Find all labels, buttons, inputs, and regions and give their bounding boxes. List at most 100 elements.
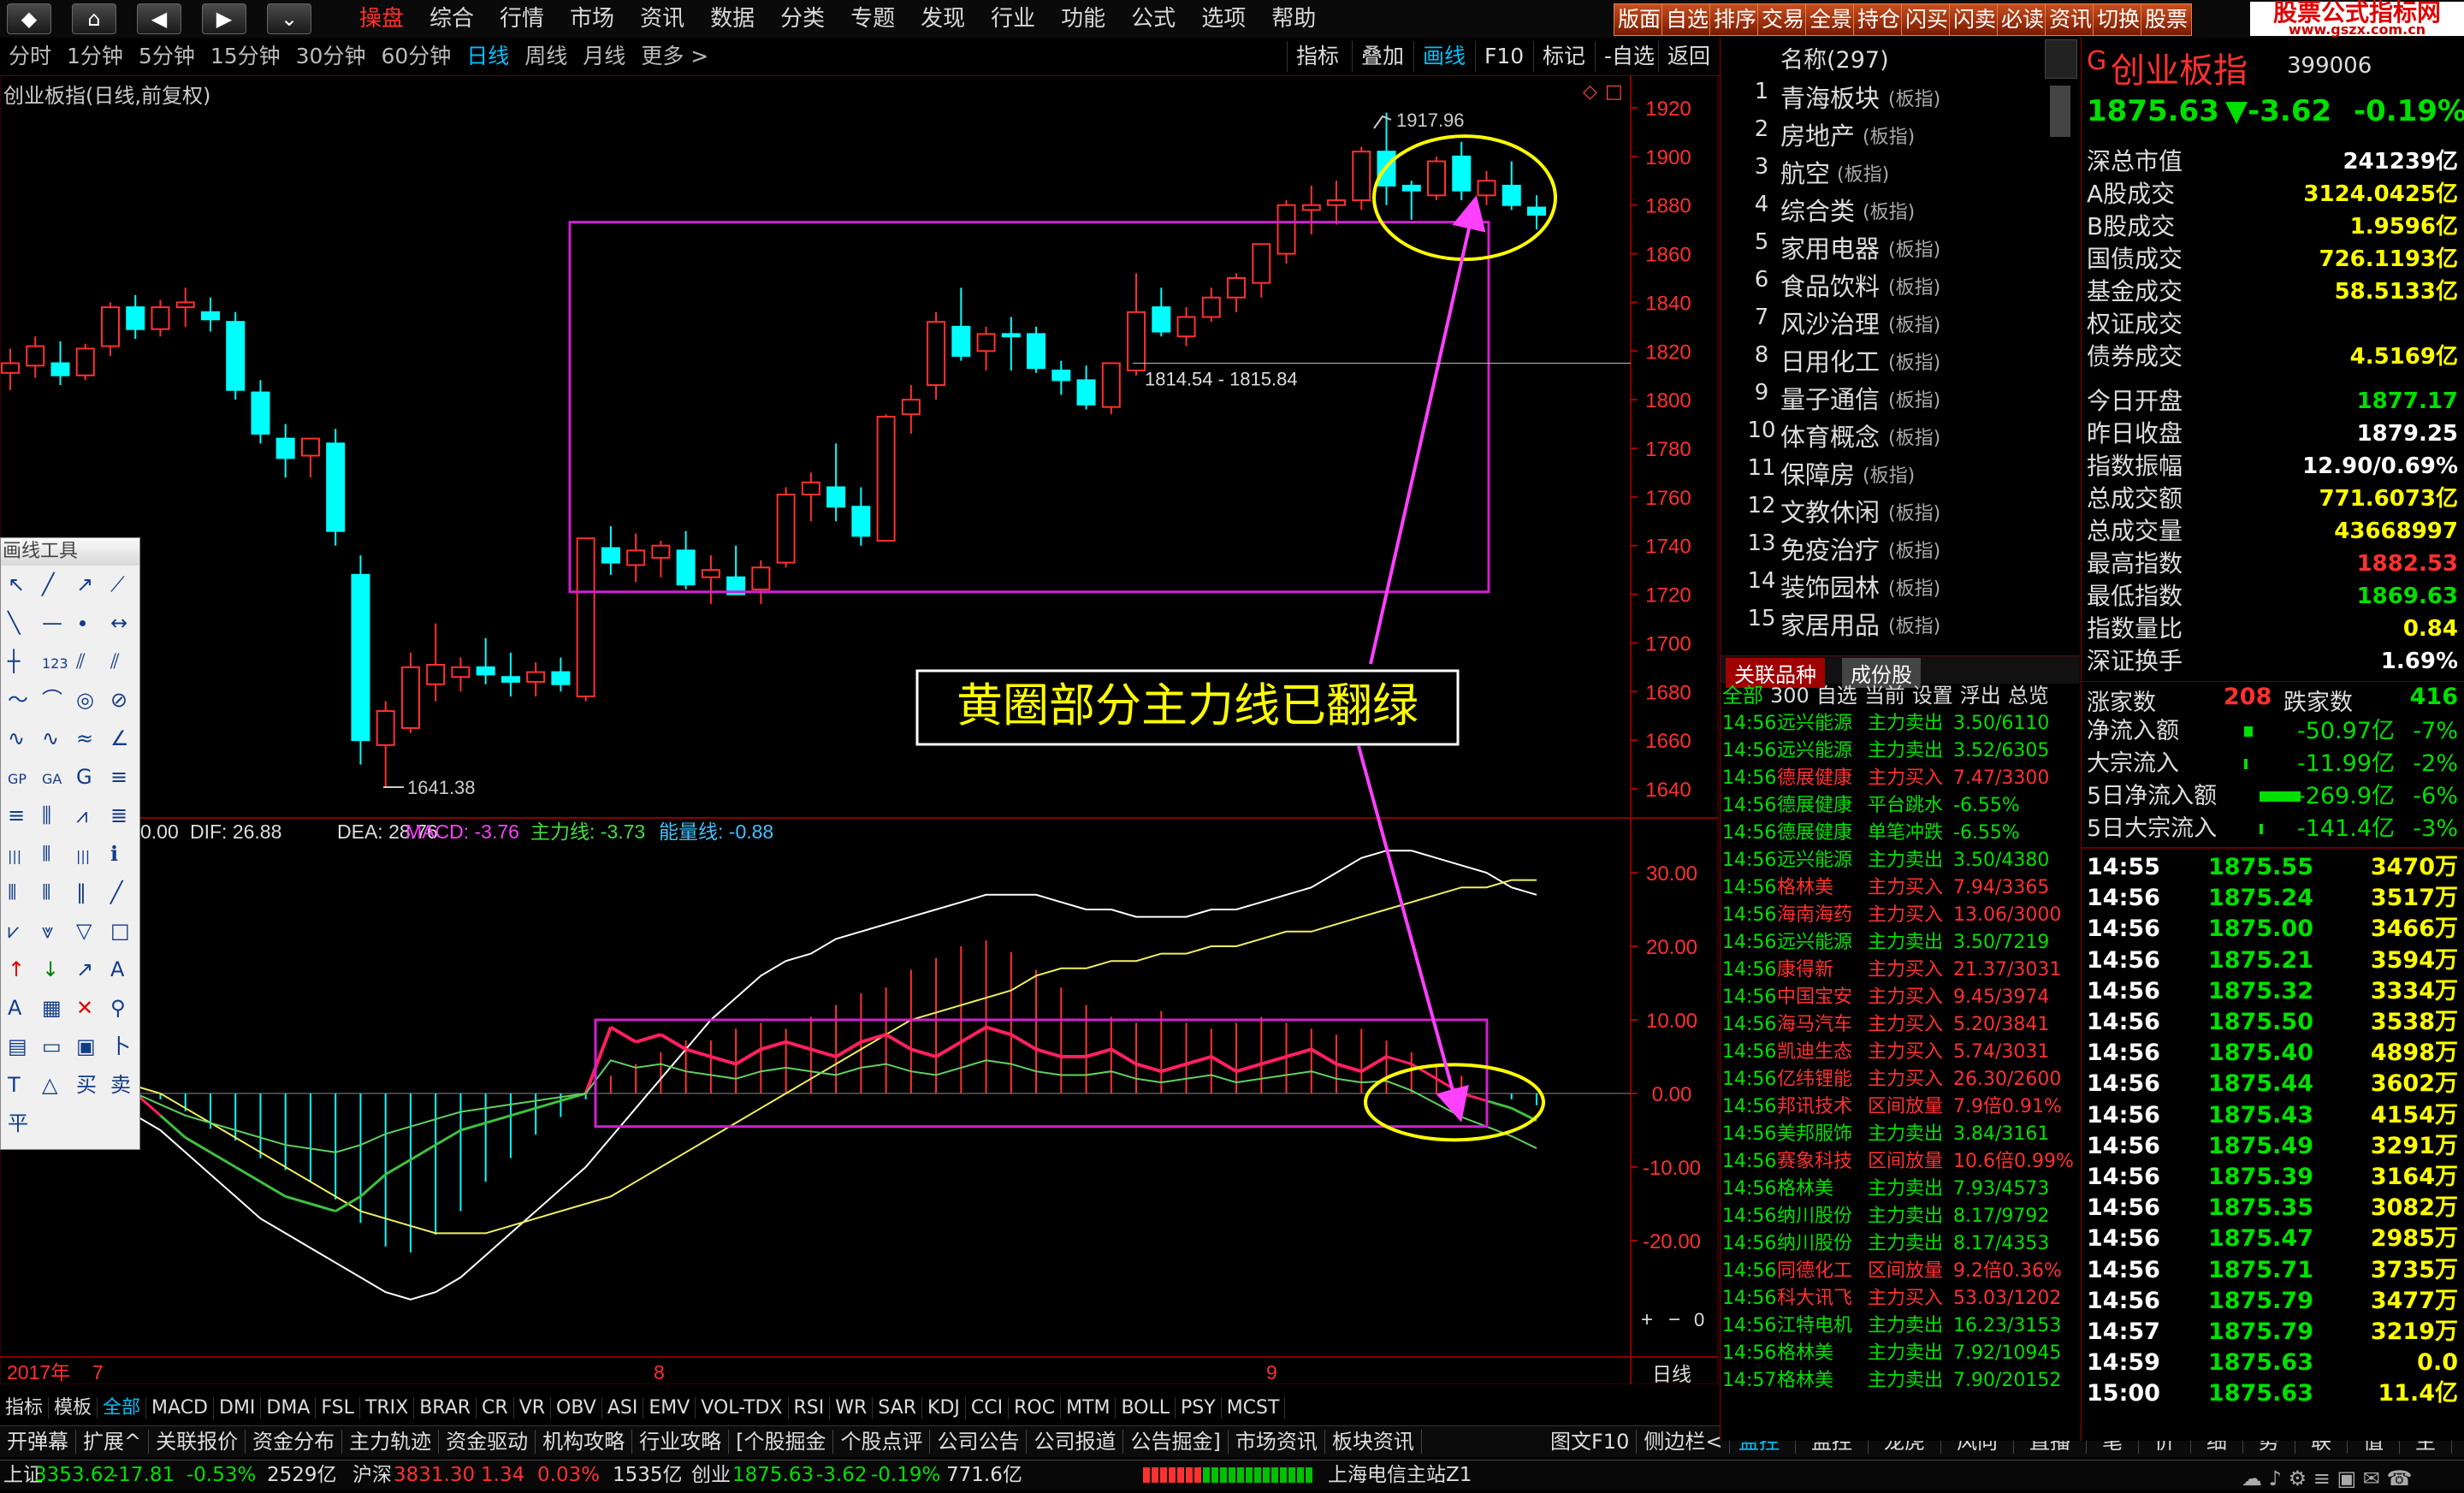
- draw-tool-icon[interactable]: ⊘: [110, 688, 127, 712]
- flow-row[interactable]: 14:56 同德化工 区间放量 9.2倍0.36%: [1721, 1258, 2080, 1285]
- scroll-up-button[interactable]: [2045, 39, 2077, 79]
- indicator-tab[interactable]: DMI: [214, 1397, 262, 1419]
- function-tab[interactable]: [个股掘金: [729, 1430, 834, 1454]
- indicator-tab[interactable]: MTM: [1061, 1397, 1116, 1419]
- period-tab[interactable]: 月线: [583, 44, 625, 68]
- sector-row[interactable]: 10 体育概念 (板指): [1721, 418, 2080, 455]
- flow-filter-tab[interactable]: 设置: [1912, 684, 1953, 708]
- draw-tool-icon[interactable]: ┼: [7, 649, 21, 673]
- menu-item[interactable]: 专题: [850, 6, 895, 32]
- menu-item[interactable]: 市场: [570, 6, 614, 32]
- indicator-tab[interactable]: RSI: [788, 1397, 831, 1419]
- indicator-tab[interactable]: 指标: [0, 1397, 50, 1419]
- kline-chart[interactable]: 1920 1900 1880 1860 1840 1820 1800 1780 1760 1740…: [0, 74, 1720, 1385]
- quick-button[interactable]: 全景: [1805, 3, 1857, 36]
- flow-row[interactable]: 14:56 德展健康 单笔冲跌 -6.55%: [1721, 820, 2080, 847]
- chart-tool-button[interactable]: 叠加: [1352, 41, 1413, 72]
- indicator-tab[interactable]: MCST: [1221, 1397, 1286, 1419]
- quick-button[interactable]: 股票: [2141, 3, 2193, 36]
- draw-tool-icon[interactable]: ╱: [40, 572, 56, 596]
- function-tab[interactable]: 行业攻略: [632, 1430, 730, 1454]
- sector-row[interactable]: 8 日用化工 (板指): [1721, 342, 2080, 380]
- flow-row[interactable]: 14:56 凯迪生态 主力买入 5.74/3031: [1721, 1039, 2080, 1066]
- quick-button[interactable]: 持仓: [1853, 3, 1905, 36]
- forward-icon[interactable]: ▶: [202, 3, 246, 34]
- draw-tool-icon[interactable]: ⩘: [76, 803, 88, 827]
- sector-row[interactable]: 2 房地产 (板指): [1721, 116, 2080, 154]
- indicator-tab[interactable]: EMV: [643, 1397, 696, 1419]
- menu-item[interactable]: 选项: [1201, 6, 1246, 32]
- draw-tool-icon[interactable]: ▣: [76, 1034, 96, 1058]
- flow-filter-tab[interactable]: 浮出: [1960, 684, 2001, 708]
- side-toggle[interactable]: 图文F10: [1543, 1430, 1638, 1454]
- flow-row[interactable]: 14:57 格林美 主力卖出 7.90/20152: [1721, 1367, 2080, 1395]
- chart-tool-button[interactable]: 指标: [1287, 41, 1348, 72]
- draw-tool-icon[interactable]: ⟋: [110, 572, 125, 596]
- expand-down-icon[interactable]: ⌄: [267, 3, 311, 34]
- flow-row[interactable]: 14:56 格林美 主力买入 7.94/3365: [1721, 874, 2080, 902]
- draw-tool-icon[interactable]: 123: [42, 655, 68, 672]
- draw-tool-icon[interactable]: ↖: [8, 572, 25, 596]
- menu-item[interactable]: 公式: [1131, 6, 1176, 32]
- flow-filter-tab[interactable]: 当前: [1864, 684, 1905, 708]
- sector-row[interactable]: 11 保障房 (板指): [1721, 455, 2080, 493]
- draw-tool-icon[interactable]: ⩗: [8, 919, 20, 943]
- flow-row[interactable]: 14:56 纳川股份 主力卖出 8.17/9792: [1721, 1203, 2080, 1230]
- indicator-tab[interactable]: WR: [830, 1397, 874, 1419]
- draw-tool-icon[interactable]: ⦀: [42, 880, 51, 904]
- flow-row[interactable]: 14:56 远兴能源 主力卖出 3.50/4380: [1721, 847, 2080, 874]
- chart-area[interactable]: 1920 1900 1880 1860 1840 1820 1800 1780 1760 1740…: [0, 74, 1720, 1385]
- draw-tool-icon[interactable]: G: [76, 765, 92, 789]
- function-tab[interactable]: 扩展^: [76, 1430, 150, 1454]
- function-tab[interactable]: 主力轨迹: [342, 1430, 440, 1454]
- sector-row[interactable]: 6 食品饮料 (板指): [1721, 267, 2080, 305]
- draw-tool-icon[interactable]: GA: [42, 771, 62, 787]
- draw-tool-icon[interactable]: 买: [76, 1073, 97, 1097]
- sector-row[interactable]: 14 装饰园林 (板指): [1721, 568, 2080, 606]
- indicator-tab[interactable]: BRAR: [414, 1397, 477, 1419]
- chart-tool-button[interactable]: F10: [1475, 41, 1532, 72]
- side-toggle[interactable]: 侧边栏<: [1637, 1430, 1731, 1454]
- flow-filter-tab[interactable]: 300: [1770, 684, 1810, 708]
- flow-row[interactable]: 14:56 亿纬锂能 主力买入 26.30/2600: [1721, 1066, 2080, 1093]
- draw-tool-icon[interactable]: ∿: [42, 726, 59, 750]
- chart-tool-button[interactable]: 标记: [1533, 41, 1594, 72]
- indicator-tab[interactable]: CCI: [965, 1397, 1010, 1419]
- period-tab[interactable]: 5分钟: [139, 44, 195, 68]
- draw-tool-icon[interactable]: ⫽: [110, 649, 120, 673]
- sector-row[interactable]: 5 家用电器 (板指): [1721, 229, 2080, 267]
- function-tab[interactable]: 板块资讯: [1324, 1430, 1422, 1454]
- sector-row[interactable]: 12 文教休闲 (板指): [1721, 493, 2080, 530]
- indicator-tab[interactable]: PSY: [1176, 1397, 1222, 1419]
- function-tab[interactable]: 开弹幕: [0, 1430, 76, 1454]
- draw-tool-icon[interactable]: △: [42, 1073, 58, 1097]
- function-tab[interactable]: 资金分布: [246, 1430, 343, 1454]
- function-tab[interactable]: 市场资讯: [1228, 1430, 1325, 1454]
- flow-row[interactable]: 14:56 德展健康 平台跳水 -6.55%: [1721, 792, 2080, 820]
- draw-tool-icon[interactable]: ↓: [42, 957, 59, 981]
- draw-tool-icon[interactable]: ↔: [110, 611, 127, 635]
- draw-tool-icon[interactable]: ∿: [8, 726, 25, 750]
- period-tab[interactable]: 周线: [524, 44, 567, 68]
- draw-tool-icon[interactable]: ↑: [8, 957, 25, 981]
- quick-button[interactable]: 版面: [1614, 3, 1666, 36]
- indicator-tab[interactable]: 模板: [49, 1397, 98, 1419]
- indicator-tab[interactable]: TRIX: [359, 1397, 415, 1419]
- period-tab[interactable]: 分时: [9, 44, 51, 68]
- period-tab[interactable]: 日线: [466, 44, 509, 68]
- draw-tool-icon[interactable]: 平: [8, 1111, 28, 1135]
- function-tab[interactable]: 关联报价: [149, 1430, 246, 1454]
- draw-tool-icon[interactable]: ⫼: [42, 803, 51, 827]
- draw-tool-icon[interactable]: ⫽: [75, 649, 86, 673]
- indicator-tab[interactable]: MACD: [146, 1397, 214, 1419]
- draw-tool-icon[interactable]: ▤: [8, 1034, 27, 1058]
- menu-item[interactable]: 行情: [500, 6, 544, 32]
- draw-tool-icon[interactable]: ╱: [109, 880, 124, 904]
- draw-tool-icon[interactable]: ≣: [110, 803, 127, 827]
- draw-tool-icon[interactable]: ▽: [76, 919, 92, 943]
- draw-tool-icon[interactable]: ✕: [76, 996, 93, 1020]
- sector-row[interactable]: 3 航空 (板指): [1721, 154, 2080, 192]
- draw-tool-icon[interactable]: |||: [8, 848, 21, 864]
- period-tab[interactable]: 15分钟: [210, 44, 281, 68]
- drawing-tools-grid[interactable]: ↖ ╱ ↗ ⟋ ╲ — ∙ ↔ ┼ 123 ⫽ ⫽ 〜 ⌒ ◎ ⊘ ∿ ∿ ≈ ∠ GP GA G ≡ ≡ ⫼ ⩘ ≣ ||| ⦀ ||| ℹ…: [1, 566, 139, 1147]
